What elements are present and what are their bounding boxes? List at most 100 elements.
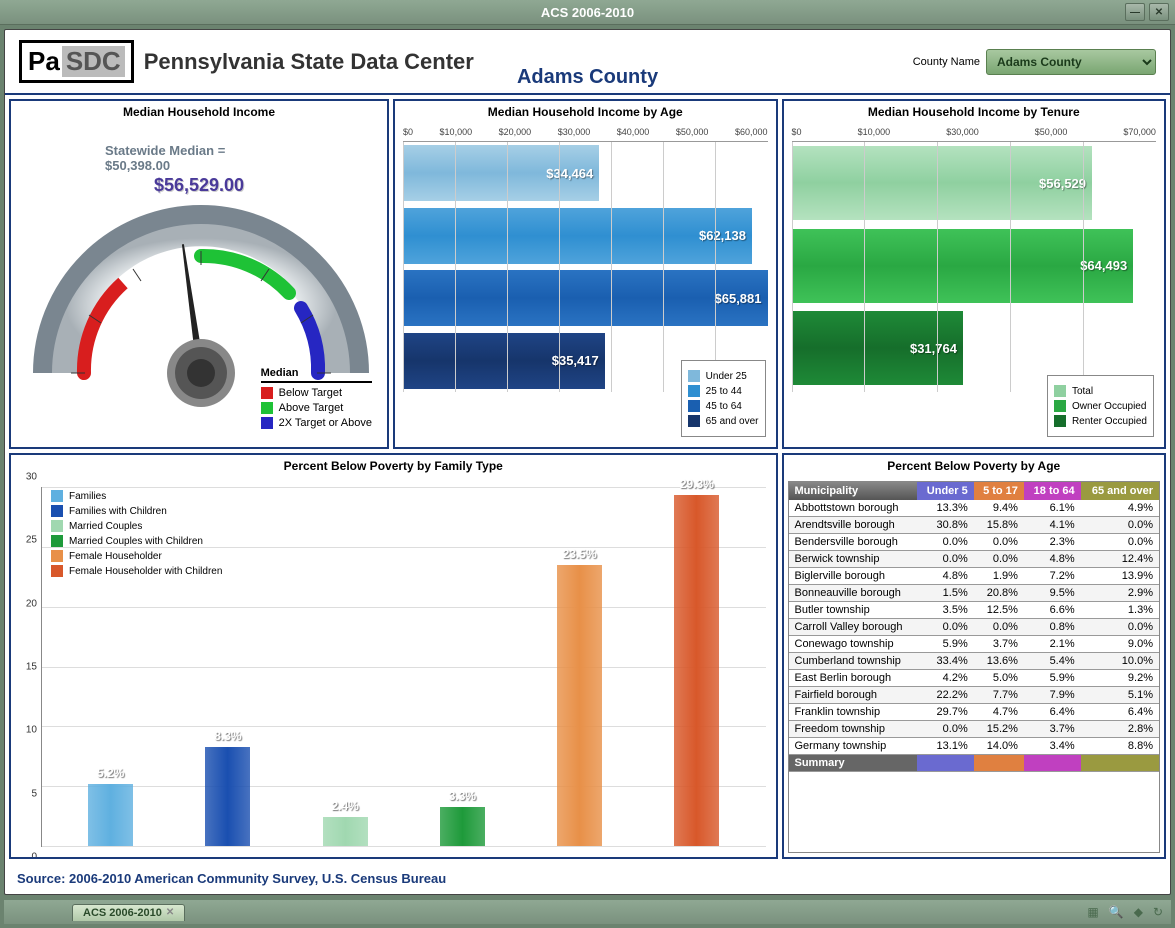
summary-row[interactable]: Summary [789, 755, 1160, 772]
cell: 0.0% [917, 721, 974, 738]
cell-municipality: Fairfield borough [789, 687, 918, 704]
axis-tick: $50,000 [676, 127, 709, 137]
panel-income-age: Median Household Income by Age $0$10,000… [393, 99, 778, 449]
chart-legend: Under 2525 to 4445 to 6465 and over [681, 360, 766, 437]
column-header[interactable]: 5 to 17 [974, 482, 1024, 500]
cell: 13.1% [917, 738, 974, 755]
table-row[interactable]: Cumberland township33.4%13.6%5.4%10.0% [789, 653, 1160, 670]
close-button[interactable]: ✕ [1149, 3, 1169, 21]
chart-legend: TotalOwner OccupiedRenter Occupied [1047, 375, 1154, 437]
cell: 4.7% [974, 704, 1024, 721]
cell-municipality: Freedom township [789, 721, 918, 738]
legend-swatch [1054, 415, 1066, 427]
cell: 5.9% [1024, 670, 1081, 687]
axis-tick: $0 [792, 127, 802, 137]
cell: 0.0% [974, 551, 1024, 568]
cell: 10.0% [1081, 653, 1159, 670]
legend-item: Above Target [261, 402, 372, 414]
legend-swatch [688, 370, 700, 382]
legend-label: Married Couples [69, 521, 142, 532]
table-row[interactable]: Carroll Valley borough0.0%0.0%0.8%0.0% [789, 619, 1160, 636]
cell-municipality: Conewago township [789, 636, 918, 653]
refresh-icon[interactable]: ↻ [1153, 905, 1163, 919]
table-row[interactable]: Conewago township5.9%3.7%2.1%9.0% [789, 636, 1160, 653]
legend-item: Under 25 [688, 370, 759, 382]
legend-item: Total [1054, 385, 1147, 397]
table-row[interactable]: East Berlin borough4.2%5.0%5.9%9.2% [789, 670, 1160, 687]
panel-title: Median Household Income [11, 101, 387, 123]
axis-tick: 5 [31, 788, 37, 799]
column-header[interactable]: 65 and over [1081, 482, 1159, 500]
table-row[interactable]: Arendtsville borough30.8%15.8%4.1%0.0% [789, 517, 1160, 534]
cell: 3.7% [1024, 721, 1081, 738]
cell-municipality: East Berlin borough [789, 670, 918, 687]
search-icon[interactable]: 🔍 [1109, 905, 1124, 919]
cell: 0.0% [917, 551, 974, 568]
column-header[interactable]: Under 5 [917, 482, 974, 500]
axis-tick: 0 [31, 852, 37, 860]
table-row[interactable]: Franklin township29.7%4.7%6.4%6.4% [789, 704, 1160, 721]
legend-swatch [51, 550, 63, 562]
header: Pa SDC Pennsylvania State Data Center Ad… [5, 30, 1170, 95]
table-row[interactable]: Freedom township0.0%15.2%3.7%2.8% [789, 721, 1160, 738]
column-header[interactable]: Municipality [789, 482, 918, 500]
sheet-tab[interactable]: ACS 2006-2010 ✕ [72, 904, 185, 921]
panel-poverty-age: Percent Below Poverty by Age Municipalit… [782, 453, 1167, 859]
cell: 7.2% [1024, 568, 1081, 585]
table-row[interactable]: Biglerville borough4.8%1.9%7.2%13.9% [789, 568, 1160, 585]
cell: 15.2% [974, 721, 1024, 738]
bar: 5.2% [88, 784, 133, 846]
axis-tick: 30 [26, 472, 37, 483]
axis-tick: 15 [26, 662, 37, 673]
table-row[interactable]: Abbottstown borough13.3%9.4%6.1%4.9% [789, 500, 1160, 517]
legend-item: Families with Children [51, 505, 222, 517]
logo: Pa SDC [19, 40, 134, 83]
legend-swatch [261, 402, 273, 414]
legend-swatch [51, 565, 63, 577]
column-header[interactable]: 18 to 64 [1024, 482, 1081, 500]
legend-swatch [51, 520, 63, 532]
app-body: Pa SDC Pennsylvania State Data Center Ad… [4, 29, 1171, 895]
minimize-button[interactable]: — [1125, 3, 1145, 21]
bar: 29.3% [674, 495, 719, 846]
table-row[interactable]: Bonneauville borough1.5%20.8%9.5%2.9% [789, 585, 1160, 602]
legend-item: 45 to 64 [688, 400, 759, 412]
cell: 13.6% [974, 653, 1024, 670]
cell: 7.9% [1024, 687, 1081, 704]
titlebar: ACS 2006-2010 — ✕ [0, 0, 1175, 25]
cell: 2.9% [1081, 585, 1159, 602]
cell: 0.0% [1081, 619, 1159, 636]
legend-swatch [51, 505, 63, 517]
cell: 4.8% [1024, 551, 1081, 568]
legend-label: Under 25 [706, 371, 747, 382]
county-dropdown[interactable]: Adams County [986, 49, 1156, 75]
legend-item: Female Householder [51, 550, 222, 562]
axis-tick: $10,000 [858, 127, 891, 137]
table-row[interactable]: Germany township13.1%14.0%3.4%8.8% [789, 738, 1160, 755]
cell-municipality: Franklin township [789, 704, 918, 721]
statewide-median-label: Statewide Median = $50,398.00 [105, 143, 293, 173]
legend-swatch [261, 387, 273, 399]
cell: 5.4% [1024, 653, 1081, 670]
table-row[interactable]: Fairfield borough22.2%7.7%7.9%5.1% [789, 687, 1160, 704]
cell: 0.0% [974, 534, 1024, 551]
legend-swatch [688, 400, 700, 412]
table-row[interactable]: Butler township3.5%12.5%6.6%1.3% [789, 602, 1160, 619]
cell: 33.4% [917, 653, 974, 670]
cell: 6.4% [1081, 704, 1159, 721]
cell: 20.8% [974, 585, 1024, 602]
table-scroll[interactable]: MunicipalityUnder 55 to 1718 to 6465 and… [788, 481, 1161, 853]
panel-title: Percent Below Poverty by Age [784, 455, 1165, 477]
grid-icon[interactable]: ▦ [1087, 905, 1098, 919]
tab-close-icon[interactable]: ✕ [166, 907, 174, 918]
cell: 2.8% [1081, 721, 1159, 738]
panel-title: Percent Below Poverty by Family Type [11, 455, 776, 477]
app-window: ACS 2006-2010 — ✕ Pa SDC Pennsylvania St… [0, 0, 1175, 928]
cell: 3.7% [974, 636, 1024, 653]
table-row[interactable]: Berwick township0.0%0.0%4.8%12.4% [789, 551, 1160, 568]
legend-label: Below Target [279, 387, 342, 399]
table-row[interactable]: Bendersville borough0.0%0.0%2.3%0.0% [789, 534, 1160, 551]
legend-item: 2X Target or Above [261, 417, 372, 429]
shapes-icon[interactable]: ◆ [1134, 905, 1143, 919]
axis-tick: 25 [26, 535, 37, 546]
